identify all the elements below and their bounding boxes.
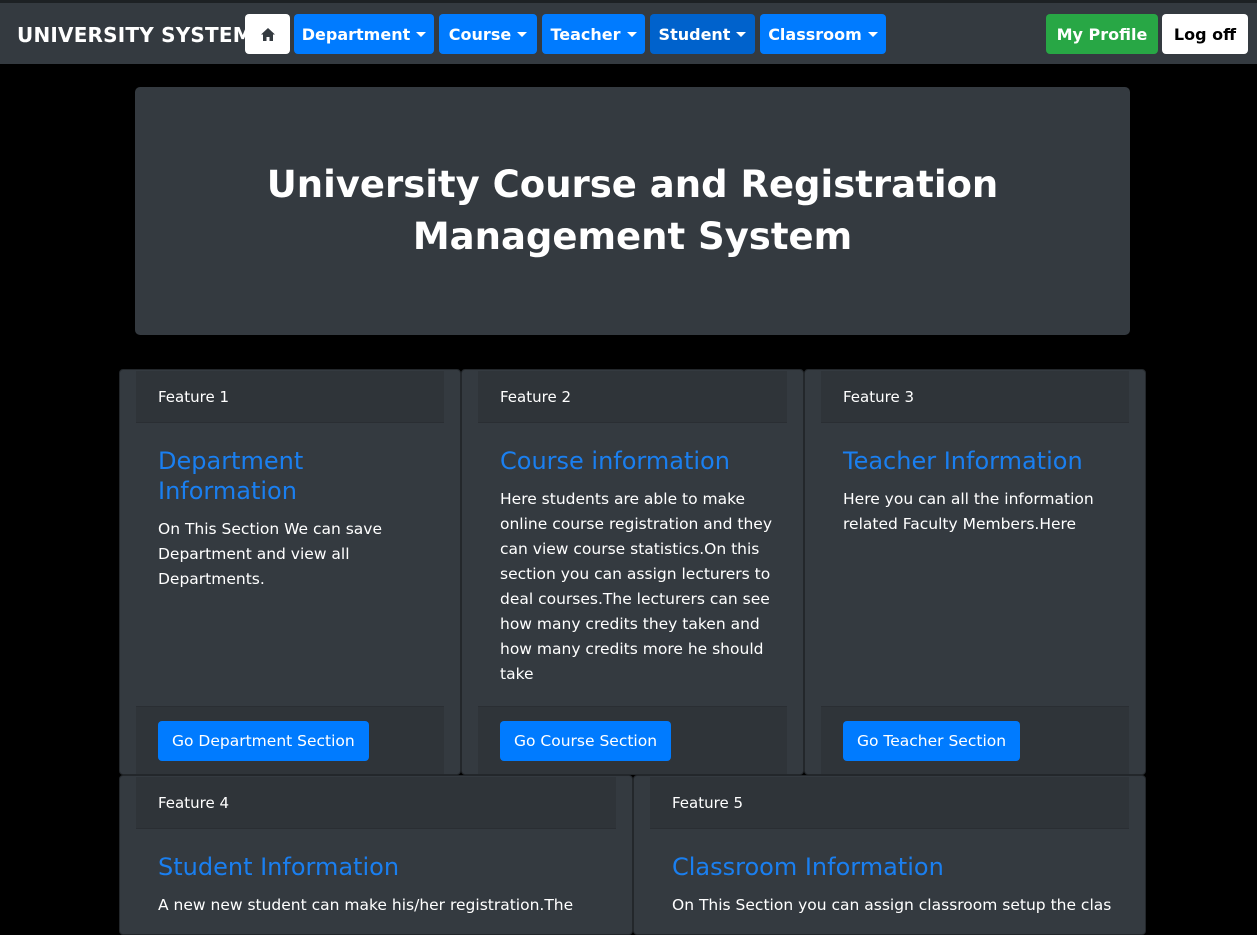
nav-student-label: Student — [658, 24, 731, 44]
caret-down-icon — [867, 31, 878, 37]
card-footer: Go Department Section — [136, 706, 444, 774]
card-text: Here you can all the information related… — [843, 490, 1094, 533]
go-teacher-section-button[interactable]: Go Teacher Section — [843, 721, 1021, 761]
home-button[interactable] — [245, 14, 290, 54]
caret-down-icon — [736, 31, 747, 37]
go-department-section-button[interactable]: Go Department Section — [158, 721, 369, 761]
caret-down-icon — [416, 31, 427, 37]
nav-classroom-label: Classroom — [768, 24, 862, 44]
card-title: Student Information — [158, 853, 400, 881]
my-profile-button[interactable]: My Profile — [1046, 14, 1158, 54]
card-title: Classroom Information — [672, 853, 944, 881]
card-title: Teacher Information — [843, 447, 1083, 475]
nav-department-label: Department — [301, 24, 411, 44]
card-title: Department Information — [158, 447, 304, 505]
card-text: A new new student can make his/her regis… — [158, 896, 574, 914]
card-text: On This Section We can save Department a… — [158, 520, 383, 588]
card-footer: Go Teacher Section — [821, 706, 1129, 774]
card-text: Here students are able to make online co… — [500, 490, 772, 683]
feature-card-teacher: Feature 3 Teacher Information Here you c… — [804, 369, 1146, 775]
card-header: Feature 4 — [136, 777, 616, 829]
card-header: Feature 3 — [821, 371, 1129, 423]
nav-classroom-dropdown[interactable]: Classroom — [760, 14, 886, 54]
card-title: Course information — [500, 447, 730, 475]
navbar: UNIVERSITY SYSTEM Department Course Teac… — [0, 0, 1257, 64]
nav-department-dropdown[interactable]: Department — [294, 14, 434, 54]
nav-teacher-dropdown[interactable]: Teacher — [542, 14, 645, 54]
nav-course-dropdown[interactable]: Course — [439, 14, 537, 54]
hero-banner: University Course and Registration Manag… — [135, 87, 1130, 335]
page-title: University Course and Registration Manag… — [266, 163, 999, 258]
nav-teacher-label: Teacher — [550, 24, 621, 44]
nav-course-label: Course — [448, 24, 512, 44]
feature-card-classroom: Feature 5 Classroom Information On This … — [633, 775, 1146, 935]
card-header: Feature 2 — [478, 371, 787, 423]
go-course-section-button[interactable]: Go Course Section — [500, 721, 672, 761]
home-icon — [260, 27, 275, 41]
log-off-button[interactable]: Log off — [1162, 14, 1248, 54]
caret-down-icon — [517, 31, 528, 37]
card-header: Feature 1 — [136, 371, 444, 423]
feature-card-course: Feature 2 Course information Here studen… — [461, 369, 804, 775]
feature-card-student: Feature 4 Student Information A new new … — [119, 775, 633, 935]
caret-down-icon — [626, 31, 637, 37]
feature-card-department: Feature 1 Department Information On This… — [119, 369, 461, 775]
nav-student-dropdown[interactable]: Student — [650, 14, 755, 54]
card-footer: Go Course Section — [478, 706, 787, 774]
brand-title[interactable]: UNIVERSITY SYSTEM — [17, 23, 253, 47]
card-text: On This Section you can assign classroom… — [672, 896, 1112, 914]
card-header: Feature 5 — [650, 777, 1129, 829]
